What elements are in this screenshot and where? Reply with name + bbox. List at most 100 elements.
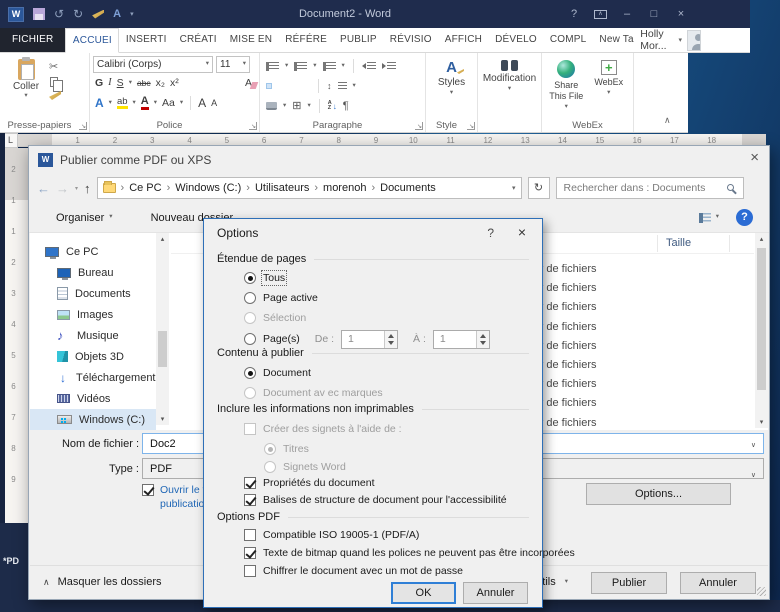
scroll-up-icon[interactable]: ▴ xyxy=(156,235,169,243)
organize-button[interactable]: Organiser xyxy=(56,212,104,224)
grow-font-button[interactable]: A xyxy=(198,97,206,109)
sidebar-item[interactable]: Bureau xyxy=(30,262,170,283)
chevron-down-icon[interactable]: ▾ xyxy=(109,99,112,107)
scroll-down-icon[interactable]: ▾ xyxy=(156,415,169,423)
close-icon[interactable]: × xyxy=(518,224,526,240)
ribbon-tab[interactable]: AFFICH xyxy=(438,28,488,52)
breadcrumb-segment[interactable]: › morenoh xyxy=(309,182,366,194)
chevron-down-icon[interactable]: ▾ xyxy=(353,82,356,90)
ribbon-tab[interactable]: FICHIER xyxy=(0,28,66,52)
checkbox-icon[interactable] xyxy=(244,477,256,489)
ribbon-tab[interactable]: ACCUEI xyxy=(65,28,120,53)
breadcrumb-segment[interactable]: › Utilisateurs xyxy=(241,182,309,194)
option-bitmap-text[interactable]: Texte de bitmap quand les polices ne peu… xyxy=(217,544,575,562)
copy-icon[interactable] xyxy=(50,77,63,92)
share-file-button[interactable]: Share This File ▾ xyxy=(545,56,588,110)
options-button[interactable]: Options... xyxy=(586,483,731,505)
ribbon-tab[interactable]: CRÉATI xyxy=(173,28,223,52)
ribbon-tab[interactable]: MISE EN xyxy=(223,28,279,52)
font-color-button[interactable]: A xyxy=(140,96,149,110)
ribbon-tab[interactable]: RÉFÉRE xyxy=(279,28,334,52)
chevron-down-icon[interactable]: ▾ xyxy=(716,214,719,221)
close-button[interactable]: × xyxy=(674,8,688,20)
underline-button[interactable]: S xyxy=(117,78,124,89)
breadcrumb-segment[interactable]: › Ce PC xyxy=(116,182,162,194)
paste-button[interactable]: Coller ▾ xyxy=(3,56,49,118)
highlight-button[interactable]: ab xyxy=(116,97,128,110)
address-bar[interactable]: › Ce PC › Windows (C:) › Utilisateurs › … xyxy=(96,177,522,199)
checkbox-icon[interactable] xyxy=(244,547,256,559)
increase-indent-icon[interactable] xyxy=(381,61,396,71)
shrink-font-button[interactable]: A xyxy=(211,98,217,108)
checkbox-icon[interactable] xyxy=(244,494,256,506)
cut-icon[interactable]: ✂ xyxy=(49,62,58,73)
dialog-launcher-icon[interactable] xyxy=(467,122,475,130)
search-input[interactable] xyxy=(556,178,743,198)
minimize-button[interactable]: – xyxy=(620,8,634,20)
chevron-down-icon[interactable]: ▾ xyxy=(133,99,136,107)
dialog-launcher-icon[interactable] xyxy=(79,122,87,130)
column-separator[interactable] xyxy=(657,235,658,252)
bullets-icon[interactable] xyxy=(266,61,279,71)
column-size[interactable]: Taille xyxy=(666,237,691,249)
italic-button[interactable]: I xyxy=(108,77,112,89)
column-separator[interactable] xyxy=(729,235,730,252)
ribbon-tab[interactable]: COMPL xyxy=(543,28,593,52)
close-icon[interactable]: × xyxy=(750,149,759,166)
chevron-down-icon[interactable]: ▾ xyxy=(285,62,288,70)
refresh-icon[interactable]: ↻ xyxy=(527,177,550,199)
radio-icon[interactable] xyxy=(244,333,256,345)
align-center-button[interactable] xyxy=(278,77,286,95)
chevron-down-icon[interactable]: ▾ xyxy=(283,102,286,110)
bold-button[interactable]: G xyxy=(95,78,103,89)
chevron-down-icon[interactable]: ▾ xyxy=(342,62,345,70)
ribbon-tab[interactable]: RÉVISIO xyxy=(383,28,438,52)
chevron-down-icon[interactable]: ▾ xyxy=(154,99,157,107)
shading-icon[interactable] xyxy=(266,102,277,110)
superscript-button[interactable]: x² xyxy=(170,78,179,89)
sort-button[interactable]: AZ ↓ xyxy=(328,100,337,112)
editing-button[interactable]: Modification ▾ xyxy=(481,56,538,93)
sidebar-item[interactable]: Documents xyxy=(30,283,170,304)
option-iso-compatible[interactable]: Compatible ISO 19005-1 (PDF/A) xyxy=(217,526,536,544)
breadcrumb-segment[interactable]: › Documents xyxy=(366,182,435,194)
chevron-down-icon[interactable]: ▾ xyxy=(313,62,316,70)
sidebar-item[interactable]: Windows (C:) xyxy=(30,409,156,430)
ribbon-tab[interactable]: INSERTI xyxy=(119,28,173,52)
multilevel-list-icon[interactable] xyxy=(322,61,336,71)
help-icon[interactable]: ? xyxy=(736,209,753,226)
sidebar-item[interactable]: Vidéos xyxy=(30,388,170,409)
chevron-down-icon[interactable]: ∨ xyxy=(751,466,756,486)
ribbon-tab[interactable]: PUBLIP xyxy=(334,28,384,52)
scroll-down-icon[interactable]: ▾ xyxy=(755,418,768,426)
publish-button[interactable]: Publier xyxy=(591,572,667,594)
option-current-page[interactable]: Page active xyxy=(217,289,536,307)
sidebar-item[interactable]: Ce PC xyxy=(30,241,170,262)
maximize-button[interactable]: □ xyxy=(647,8,661,20)
forward-icon[interactable]: → xyxy=(56,181,69,196)
show-marks-button[interactable]: ¶ xyxy=(343,100,349,112)
font-size-combo[interactable]: 11 ▾ xyxy=(216,56,250,73)
checkbox-icon[interactable] xyxy=(142,484,154,496)
help-button[interactable]: ? xyxy=(567,8,581,20)
tab-selector[interactable]: L xyxy=(3,133,18,148)
decrease-indent-icon[interactable] xyxy=(361,61,376,71)
sidebar-item[interactable]: ↓ Téléchargement xyxy=(30,367,170,388)
chevron-down-icon[interactable]: ▾ xyxy=(512,184,516,192)
checkbox-icon[interactable] xyxy=(244,565,256,577)
sidebar-item[interactable]: Images xyxy=(30,304,170,325)
format-painter-icon[interactable] xyxy=(49,91,61,100)
help-icon[interactable]: ? xyxy=(487,226,494,240)
view-options-icon[interactable] xyxy=(698,212,711,223)
scrollbar-thumb[interactable] xyxy=(158,331,167,367)
clear-formatting-button[interactable]: A xyxy=(245,77,252,89)
option-encrypt[interactable]: Chiffrer le document avec un mot de pass… xyxy=(217,562,536,580)
line-spacing-icon[interactable]: ↕ xyxy=(327,81,332,91)
sidebar-item[interactable]: ♪ Musique xyxy=(30,325,170,346)
collapse-ribbon-icon[interactable]: ∧ xyxy=(664,115,671,126)
ribbon-display-options-icon[interactable]: ∧ xyxy=(594,9,607,19)
chevron-down-icon[interactable]: ∨ xyxy=(751,441,756,449)
subscript-button[interactable]: x₂ xyxy=(156,78,165,89)
sidebar-scrollbar[interactable]: ▴ ▾ xyxy=(156,233,169,425)
scroll-up-icon[interactable]: ▴ xyxy=(755,235,768,243)
